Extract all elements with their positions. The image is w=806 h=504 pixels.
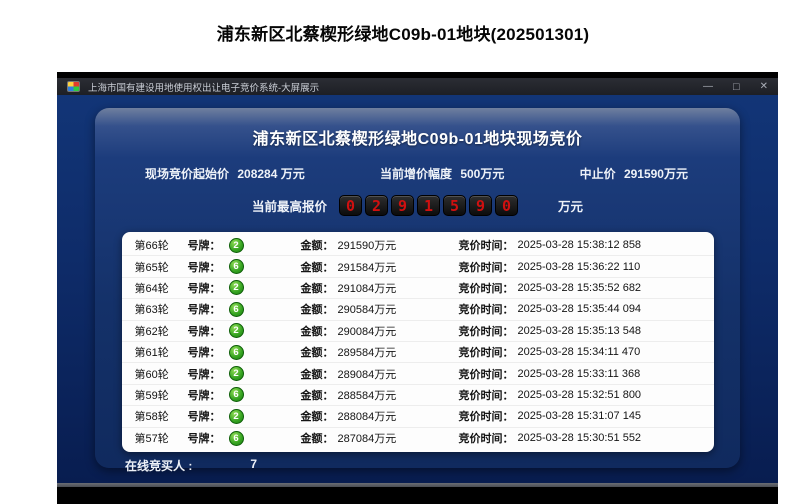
close-icon[interactable]: ✕ (760, 82, 768, 92)
amount-cell: 金额： 290084万元 (301, 323, 459, 339)
plate-cell: 号牌： 2 (188, 237, 301, 253)
increment-value: 500万元 (460, 167, 504, 181)
window-controls: — □ ✕ (703, 82, 768, 92)
time-cell: 竞价时间： 2025-03-28 15:33:11 368 (459, 366, 714, 382)
plate-cell: 号牌： 6 (188, 430, 301, 446)
page-title: 浦东新区北蔡楔形绿地C09b-01地块(202501301) (0, 20, 806, 45)
round-cell: 第57轮 (135, 430, 188, 446)
round-cell: 第61轮 (135, 344, 188, 360)
bidder-badge: 6 (229, 431, 244, 446)
highest-bid-label: 当前最高报价 (252, 196, 327, 215)
bidder-badge: 2 (229, 323, 244, 338)
table-row: 第57轮 号牌： 6 金额： 287084万元 竞价时间： 2025-03-28… (122, 428, 714, 449)
round-cell: 第58轮 (135, 408, 188, 424)
amount-cell: 金额： 291084万元 (301, 280, 459, 296)
amount-cell: 金额： 291590万元 (301, 237, 459, 253)
increment-label: 当前增价幅度 (380, 167, 452, 181)
table-row: 第62轮 号牌： 2 金额： 290084万元 竞价时间： 2025-03-28… (122, 321, 714, 342)
round-cell: 第60轮 (135, 366, 188, 382)
round-cell: 第64轮 (135, 280, 188, 296)
bid-digit: 5 (443, 195, 466, 216)
time-cell: 竞价时间： 2025-03-28 15:34:11 470 (459, 344, 714, 360)
time-cell: 竞价时间： 2025-03-28 15:30:51 552 (459, 430, 714, 446)
bid-digit: 9 (469, 195, 492, 216)
start-price-label: 现场竞价起始价 (145, 167, 229, 181)
amount-cell: 金额： 287084万元 (301, 430, 459, 446)
time-cell: 竞价时间： 2025-03-28 15:35:52 682 (459, 280, 714, 296)
window-title: 上海市国有建设用地使用权出让电子竞价系统-大屏展示 (88, 80, 695, 94)
bidder-badge: 2 (229, 409, 244, 424)
client-area: 浦东新区北蔡楔形绿地C09b-01地块现场竞价 现场竞价起始价 208284 万… (57, 95, 778, 483)
table-row: 第61轮 号牌： 6 金额： 289584万元 竞价时间： 2025-03-28… (122, 342, 714, 363)
round-cell: 第63轮 (135, 301, 188, 317)
table-row: 第59轮 号牌： 6 金额： 288584万元 竞价时间： 2025-03-28… (122, 385, 714, 406)
plate-cell: 号牌： 2 (188, 366, 301, 382)
amount-cell: 金额： 289084万元 (301, 366, 459, 382)
amount-cell: 金额： 291584万元 (301, 259, 459, 275)
time-cell: 竞价时间： 2025-03-28 15:35:44 094 (459, 301, 714, 317)
round-cell: 第62轮 (135, 323, 188, 339)
stop-price: 中止价 291590万元 (580, 165, 688, 182)
plate-cell: 号牌： 2 (188, 323, 301, 339)
table-row: 第60轮 号牌： 2 金额： 289084万元 竞价时间： 2025-03-28… (122, 363, 714, 384)
bid-digit: 0 (495, 195, 518, 216)
time-cell: 竞价时间： 2025-03-28 15:32:51 800 (459, 387, 714, 403)
highest-bid-unit: 万元 (558, 196, 583, 215)
window-titlebar[interactable]: 上海市国有建设用地使用权出让电子竞价系统-大屏展示 — □ ✕ (57, 72, 778, 95)
amount-cell: 金额： 289584万元 (301, 344, 459, 360)
bidder-badge: 6 (229, 259, 244, 274)
table-row: 第63轮 号牌： 6 金额： 290584万元 竞价时间： 2025-03-28… (122, 299, 714, 320)
maximize-icon[interactable]: □ (733, 82, 740, 92)
app-icon (67, 81, 80, 92)
plate-cell: 号牌： 6 (188, 259, 301, 275)
highest-bid-row: 当前最高报价 0 2 9 1 5 9 0 万元 (95, 195, 740, 216)
minimize-icon[interactable]: — (703, 82, 713, 92)
amount-cell: 金额： 288584万元 (301, 387, 459, 403)
plate-cell: 号牌： 6 (188, 301, 301, 317)
plate-cell: 号牌： 2 (188, 408, 301, 424)
bid-digit: 2 (365, 195, 388, 216)
bidder-badge: 6 (229, 387, 244, 402)
round-cell: 第66轮 (135, 237, 188, 253)
table-row: 第64轮 号牌： 2 金额： 291084万元 竞价时间： 2025-03-28… (122, 278, 714, 299)
bid-history-table: 第66轮 号牌： 2 金额： 291590万元 竞价时间： 2025-03-28… (122, 232, 714, 452)
online-bidders-count: 7 (250, 457, 257, 474)
online-bidders: 在线竞买人 : 7 (95, 457, 740, 474)
bidder-badge: 2 (229, 238, 244, 253)
stop-price-label: 中止价 (580, 167, 616, 181)
table-row: 第58轮 号牌： 2 金额： 288084万元 竞价时间： 2025-03-28… (122, 406, 714, 427)
auction-heading: 浦东新区北蔡楔形绿地C09b-01地块现场竞价 (95, 108, 740, 149)
highest-bid-display: 0 2 9 1 5 9 0 (339, 195, 518, 216)
time-cell: 竞价时间： 2025-03-28 15:38:12 858 (459, 237, 714, 253)
plate-cell: 号牌： 2 (188, 280, 301, 296)
increment: 当前增价幅度 500万元 (380, 165, 504, 182)
amount-cell: 金额： 288084万元 (301, 408, 459, 424)
time-cell: 竞价时间： 2025-03-28 15:35:13 548 (459, 323, 714, 339)
auction-panel: 浦东新区北蔡楔形绿地C09b-01地块现场竞价 现场竞价起始价 208284 万… (95, 108, 740, 468)
bottom-black-strip (57, 487, 778, 504)
bidder-badge: 2 (229, 280, 244, 295)
bidder-badge: 6 (229, 345, 244, 360)
auction-window: 上海市国有建设用地使用权出让电子竞价系统-大屏展示 — □ ✕ 浦东新区北蔡楔形… (57, 72, 778, 504)
plate-cell: 号牌： 6 (188, 387, 301, 403)
plate-cell: 号牌： 6 (188, 344, 301, 360)
bidder-badge: 2 (229, 366, 244, 381)
bid-digit: 1 (417, 195, 440, 216)
online-bidders-label: 在线竞买人 : (125, 457, 192, 474)
round-cell: 第65轮 (135, 259, 188, 275)
amount-cell: 金额： 290584万元 (301, 301, 459, 317)
bid-digit: 0 (339, 195, 362, 216)
bidder-badge: 6 (229, 302, 244, 317)
round-cell: 第59轮 (135, 387, 188, 403)
bid-digit: 9 (391, 195, 414, 216)
time-cell: 竞价时间： 2025-03-28 15:36:22 110 (459, 259, 714, 275)
table-row: 第65轮 号牌： 6 金额： 291584万元 竞价时间： 2025-03-28… (122, 256, 714, 277)
table-row: 第66轮 号牌： 2 金额： 291590万元 竞价时间： 2025-03-28… (122, 235, 714, 256)
stop-price-value: 291590万元 (624, 167, 688, 181)
price-info-row: 现场竞价起始价 208284 万元 当前增价幅度 500万元 中止价 29159… (95, 165, 740, 182)
start-price-value: 208284 万元 (237, 167, 304, 181)
start-price: 现场竞价起始价 208284 万元 (145, 165, 305, 182)
time-cell: 竞价时间： 2025-03-28 15:31:07 145 (459, 408, 714, 424)
